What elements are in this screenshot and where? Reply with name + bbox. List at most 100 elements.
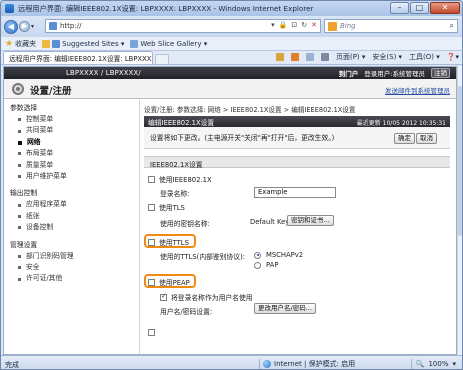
ieee-section-label: IEEE802.1X设置 — [150, 161, 203, 169]
ieee-section-title: IEEE802.1X设置 — [144, 156, 450, 169]
search-placeholder: Bing — [340, 22, 356, 30]
feeds-icon[interactable] — [290, 53, 299, 61]
new-tab-button[interactable] — [155, 54, 169, 64]
bullet-icon — [18, 254, 21, 258]
sidebar-section-title: 参数选择 — [10, 104, 38, 112]
sidebar-item-quality[interactable]: 质量菜单 — [18, 160, 139, 171]
compatibility-icon[interactable]: ⊡ — [291, 21, 297, 29]
mail-admin-link[interactable]: 发送邮件到系统管理员 — [385, 85, 450, 95]
collapsed-row — [148, 329, 159, 336]
sidebar-item-common[interactable]: 共同菜单 — [18, 125, 139, 136]
window-title: 远程用户界面: 编辑IEEE802.1X设置: LBPXXXX: LBPXXXX… — [18, 3, 314, 13]
search-input[interactable]: Bing ⌕ — [324, 19, 458, 33]
tab-bar: 远程用户界面: 编辑IEEE802.1X设置: LBPXXXX: L... ✕ … — [1, 51, 462, 65]
favorites-star-icon[interactable]: ★ — [5, 39, 13, 49]
maximize-button[interactable]: □ — [410, 2, 429, 14]
web-slice-label: Web Slice Gallery ▾ — [140, 39, 208, 48]
lock-icon[interactable]: 🔒 — [279, 21, 288, 29]
scroll-thumb[interactable] — [458, 86, 462, 236]
tab-label: 远程用户界面: 编辑IEEE802.1X设置: LBPXXXX: L... — [9, 55, 152, 63]
history-dropdown-icon[interactable]: ▾ — [31, 23, 34, 30]
add-favorite-icon[interactable] — [42, 39, 51, 48]
divider — [259, 359, 260, 369]
suggested-sites-link[interactable]: Suggested Sites ▾ — [42, 39, 124, 48]
pap-label: PAP — [266, 261, 279, 269]
mschap-radio[interactable] — [254, 251, 261, 259]
safety-menu[interactable]: 安全(S) ▾ — [372, 52, 402, 62]
refresh-icon[interactable]: ↻ — [301, 21, 307, 29]
url-input[interactable]: http:// ▾ 🔒 ⊡ ↻ ✕ — [45, 19, 321, 33]
security-zone[interactable]: Internet | 保护模式: 启用 — [259, 359, 355, 369]
login-user: 登录用户:系统管理员 — [364, 70, 425, 78]
dropdown-icon[interactable]: ▾ — [271, 21, 275, 29]
vertical-scrollbar[interactable] — [457, 66, 462, 355]
title-bar: 远程用户界面: 编辑IEEE802.1X设置: LBPXXXX: LBPXXXX… — [1, 1, 462, 16]
key-certificate-button[interactable]: 密钥和证书... — [287, 215, 334, 226]
use-tls-checkbox[interactable] — [148, 203, 155, 211]
mail-icon[interactable] — [305, 53, 314, 61]
status-bar: 完成 Internet | 保护模式: 启用 🔍 100% ▾ — [1, 355, 462, 369]
tools-menu[interactable]: 工具(O) ▾ — [409, 52, 440, 62]
magnifier-icon: 🔍 — [415, 360, 425, 368]
sidebar-item-network[interactable]: 网络 — [18, 137, 139, 148]
login-name-label: 登录名称: — [160, 190, 190, 198]
login-name-field[interactable]: Example — [254, 187, 336, 198]
sidebar-item-paper[interactable]: 纸张 — [18, 211, 139, 222]
url-tools: ▾ 🔒 ⊡ ↻ ✕ — [271, 21, 317, 29]
page-title: 设置/注册 — [30, 86, 72, 97]
zoom-control[interactable]: 🔍 100% ▾ — [410, 359, 456, 369]
sidebar-item-dept-id[interactable]: 部门识别码管理 — [18, 251, 139, 262]
sidebar-item-label: 用户维护菜单 — [26, 172, 67, 181]
sidebar-item-layout[interactable]: 布局菜单 — [18, 148, 139, 159]
ok-button[interactable]: 确定 — [394, 133, 415, 144]
favorites-label[interactable]: 收藏夹 — [15, 39, 36, 49]
search-icon[interactable]: ⌕ — [450, 21, 454, 31]
minimize-button[interactable]: – — [390, 2, 409, 14]
sidebar-item-license[interactable]: 许可证/其他 — [18, 273, 139, 284]
favorites-bar: ★ 收藏夹 Suggested Sites ▾ Web Slice Galler… — [1, 37, 462, 51]
pap-radio[interactable] — [254, 261, 261, 269]
tab-remote-ui[interactable]: 远程用户界面: 编辑IEEE802.1X设置: LBPXXXX: L... ✕ — [3, 51, 153, 64]
logout-button[interactable]: 注销 — [431, 68, 450, 78]
change-user-password-button[interactable]: 更改用户名/密码... — [254, 303, 316, 314]
use-ieee-checkbox[interactable] — [148, 175, 155, 183]
sidebar-item-label: 许可证/其他 — [26, 274, 63, 283]
zoom-dropdown-icon[interactable]: ▾ — [452, 360, 456, 368]
window-controls: – □ ✕ — [390, 2, 460, 14]
home-icon[interactable] — [275, 53, 284, 61]
sidebar-item-label: 纸张 — [26, 211, 40, 220]
stop-icon[interactable]: ✕ — [311, 21, 317, 29]
web-slice-link[interactable]: Web Slice Gallery ▾ — [130, 39, 208, 48]
use-login-as-user-checkbox[interactable] — [160, 292, 167, 301]
collapsed-checkbox[interactable] — [148, 329, 155, 336]
internet-globe-icon — [263, 360, 271, 368]
sidebar-item-applications[interactable]: 应用程序菜单 — [18, 199, 139, 210]
key-name-value-row: Default Key — [250, 218, 289, 226]
use-peap-checkbox[interactable] — [148, 278, 155, 286]
bullet-icon — [18, 152, 21, 156]
forward-icon[interactable]: ▶ — [19, 21, 30, 32]
page-menu[interactable]: 页面(P) ▾ — [336, 52, 365, 62]
divider — [410, 359, 412, 369]
sidebar-item-user-maintenance[interactable]: 用户维护菜单 — [18, 171, 139, 182]
bullet-icon — [18, 140, 22, 145]
pap-row: PAP — [254, 261, 278, 269]
bullet-icon — [18, 277, 21, 281]
sidebar: 参数选择 控制菜单 共同菜单 网络 布局菜单 质量菜单 用户维护菜单 输出控制 … — [4, 100, 140, 354]
portal-link[interactable]: 到门户 — [339, 68, 359, 78]
sidebar-item-control[interactable]: 控制菜单 — [18, 114, 139, 125]
back-icon[interactable]: ◀ — [4, 19, 18, 34]
help-menu[interactable]: ❓▾ — [447, 53, 459, 61]
use-ttls-checkbox[interactable] — [148, 238, 155, 246]
cancel-button[interactable]: 取消 — [416, 133, 437, 144]
settings-gear-icon — [12, 83, 24, 95]
print-icon[interactable] — [320, 53, 329, 61]
url-text: http:// — [60, 22, 82, 30]
mschap-label: MSCHAPv2 — [266, 251, 304, 259]
zoom-level: 100% — [428, 360, 449, 368]
sidebar-item-label: 控制菜单 — [26, 115, 54, 123]
sidebar-item-security[interactable]: 安全 — [18, 262, 139, 273]
use-login-as-user-label: 将登录名称作为用户名使用 — [171, 294, 253, 302]
close-button[interactable]: ✕ — [430, 2, 460, 14]
sidebar-item-device-control[interactable]: 设备控制 — [18, 222, 139, 233]
